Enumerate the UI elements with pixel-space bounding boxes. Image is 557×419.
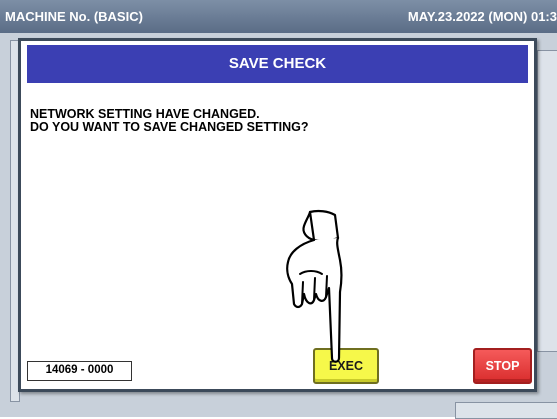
background-panel: [455, 402, 557, 419]
dialog-title: SAVE CHECK: [27, 45, 528, 83]
title-bar: MACHINE No. (BASIC) MAY.23.2022 (MON) 01…: [0, 0, 557, 33]
machine-title: MACHINE No. (BASIC): [5, 9, 143, 24]
date-time: MAY.23.2022 (MON) 01:3: [407, 9, 557, 24]
pointing-hand-icon: [286, 209, 343, 363]
dialog-message: NETWORK SETTING HAVE CHANGED. DO YOU WAN…: [30, 108, 510, 134]
message-line-2: DO YOU WANT TO SAVE CHANGED SETTING?: [30, 120, 309, 134]
background-panel: [537, 50, 557, 352]
stop-button[interactable]: STOP: [473, 348, 532, 384]
message-code: 14069 - 0000: [27, 361, 132, 381]
